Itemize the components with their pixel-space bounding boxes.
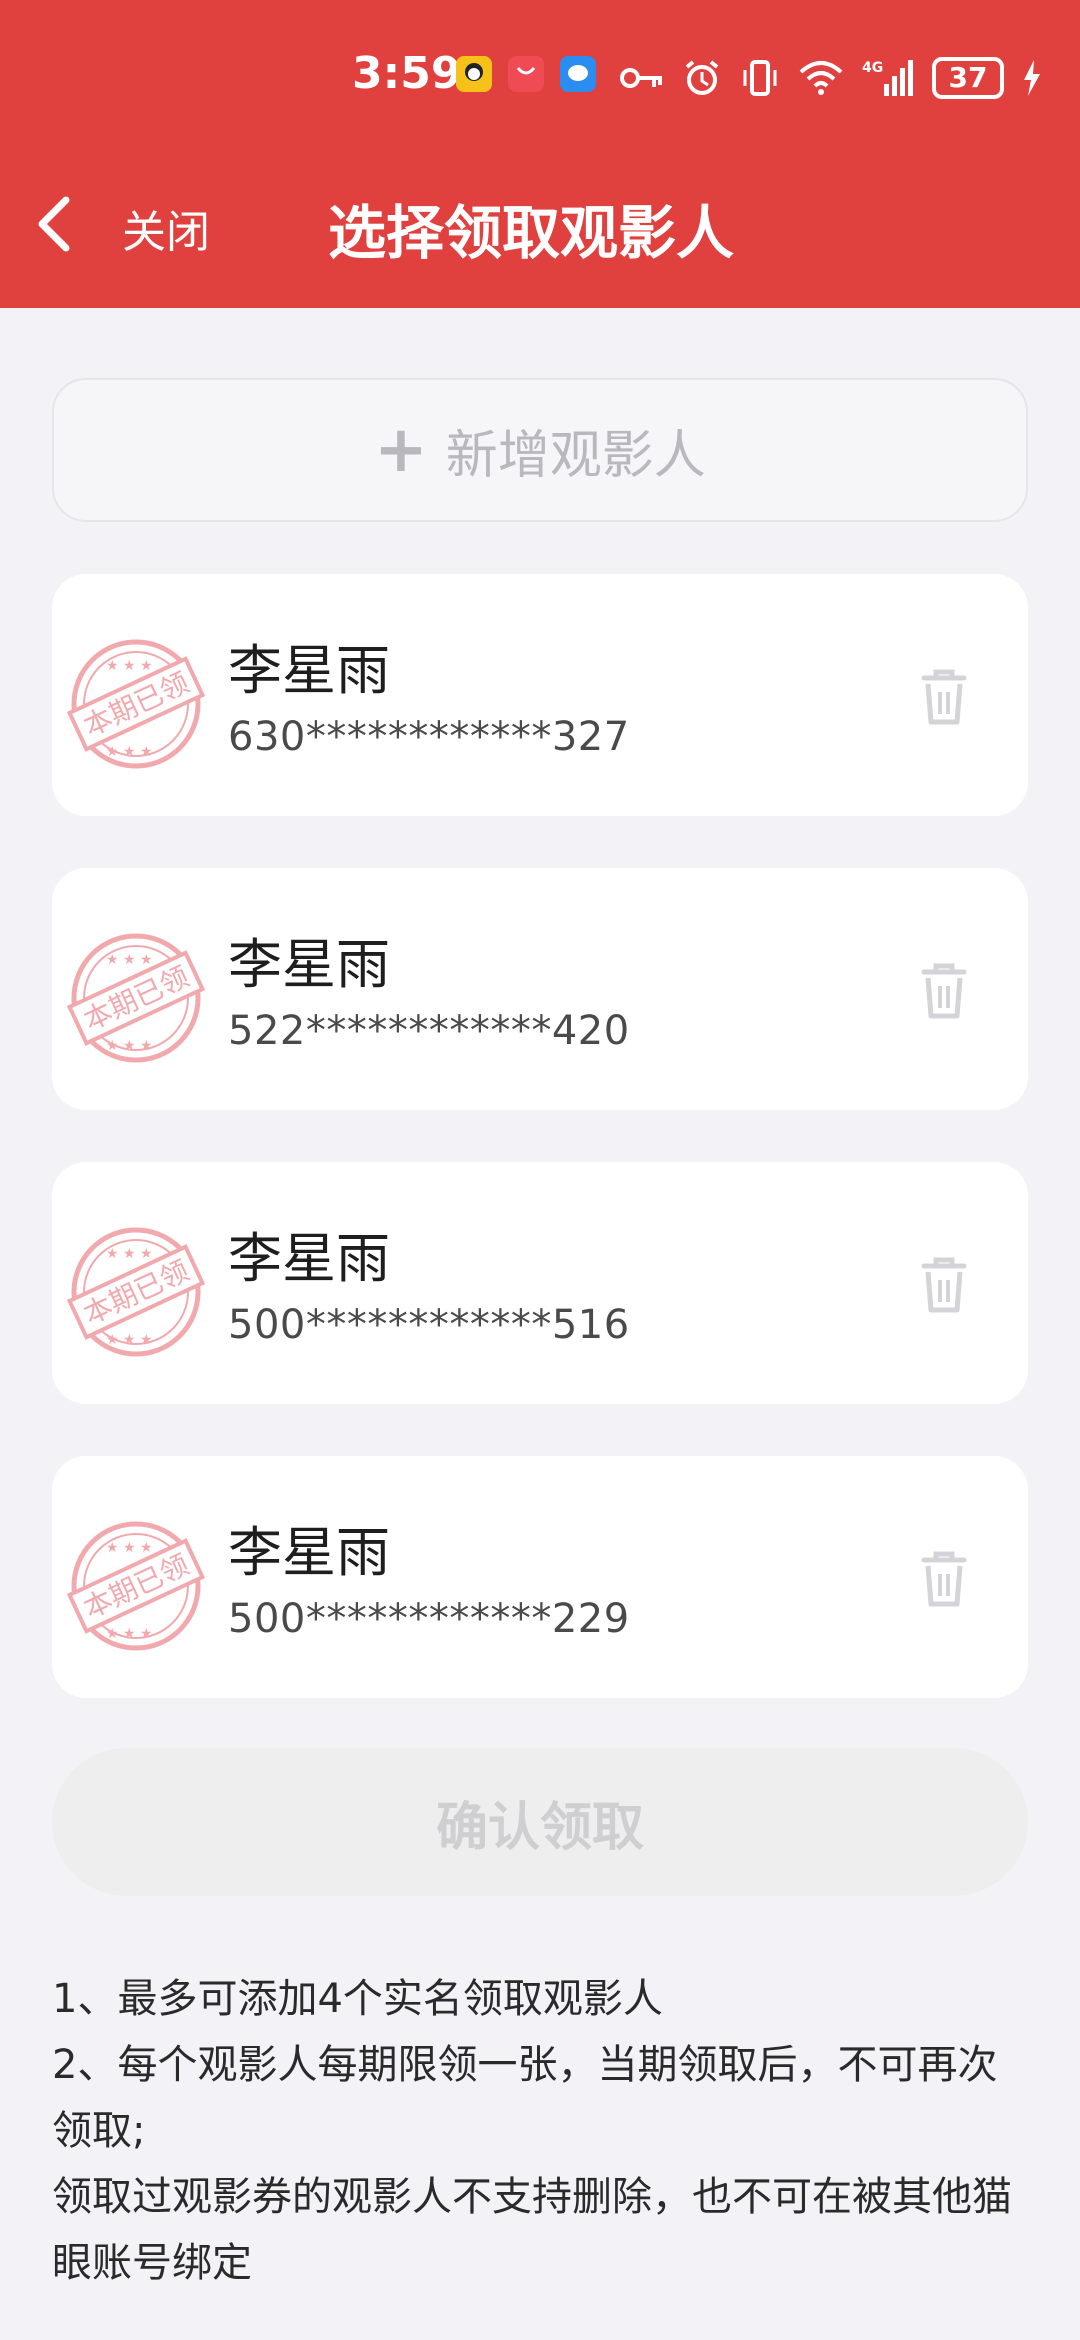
- claimed-stamp-icon: ★ ★ ★ ★ ★ ★ 本期已领: [66, 639, 206, 769]
- svg-text:★ ★ ★: ★ ★ ★: [106, 1540, 153, 1556]
- charging-icon: [1024, 60, 1040, 96]
- qq-icon: [456, 56, 492, 92]
- status-bar: 3:59 4G 37: [0, 40, 1080, 120]
- huawei-appgallery-icon: [508, 56, 544, 92]
- viewer-id-number: 500************229: [228, 1596, 630, 1642]
- key-icon: [620, 68, 662, 88]
- claimed-stamp-icon: ★ ★ ★ ★ ★ ★ 本期已领: [66, 1227, 206, 1357]
- svg-text:★ ★ ★: ★ ★ ★: [106, 1332, 153, 1348]
- confirm-claim-button[interactable]: 确认领取: [52, 1748, 1028, 1896]
- back-button[interactable]: [26, 188, 86, 258]
- battery-icon: 37: [932, 57, 1004, 99]
- viewer-name: 李星雨: [228, 1521, 390, 1584]
- trash-icon[interactable]: [912, 1546, 976, 1610]
- claimed-stamp-icon: ★ ★ ★ ★ ★ ★ 本期已领: [66, 933, 206, 1063]
- app-header: 3:59 4G 37 关闭 选择领取观影人: [0, 0, 1080, 308]
- svg-text:★ ★ ★: ★ ★ ★: [106, 952, 153, 968]
- close-button[interactable]: 关闭: [122, 196, 210, 260]
- viewer-card[interactable]: ★ ★ ★ ★ ★ ★ 本期已领 李星雨 630************327: [52, 574, 1028, 816]
- viewer-name: 李星雨: [228, 933, 390, 996]
- note-line: 1、最多可添加4个实名领取观影人: [52, 1976, 663, 2022]
- viewer-name: 李星雨: [228, 639, 390, 702]
- viewer-id-number: 630************327: [228, 714, 630, 760]
- chevron-left-icon: [38, 196, 70, 252]
- svg-text:★ ★ ★: ★ ★ ★: [106, 1246, 153, 1262]
- nav-bar: 关闭 选择领取观影人: [0, 168, 1080, 278]
- svg-text:★ ★ ★: ★ ★ ★: [106, 744, 153, 760]
- message-icon: [560, 56, 596, 92]
- status-time: 3:59: [352, 48, 462, 99]
- vibrate-icon: [743, 60, 777, 96]
- trash-icon[interactable]: [912, 958, 976, 1022]
- trash-icon[interactable]: [912, 1252, 976, 1316]
- viewer-name: 李星雨: [228, 1227, 390, 1290]
- viewer-card[interactable]: ★ ★ ★ ★ ★ ★ 本期已领 李星雨 500************516: [52, 1162, 1028, 1404]
- note-line: 2、每个观影人每期限领一张，当期领取后，不可再次领取;: [52, 2042, 998, 2154]
- confirm-claim-label: 确认领取: [435, 1797, 644, 1858]
- plus-icon: +: [374, 413, 428, 487]
- add-viewer-label: 新增观影人: [445, 425, 706, 486]
- svg-text:★ ★ ★: ★ ★ ★: [106, 1038, 153, 1054]
- network-type-label: 4G: [862, 60, 883, 76]
- viewer-id-number: 522************420: [228, 1008, 630, 1054]
- note-line: 领取过观影券的观影人不支持删除，也不可在被其他猫眼账号绑定: [52, 2174, 1012, 2286]
- battery-level: 37: [948, 61, 988, 94]
- trash-icon[interactable]: [912, 664, 976, 728]
- add-viewer-button[interactable]: + 新增观影人: [52, 378, 1028, 522]
- svg-text:★ ★ ★: ★ ★ ★: [106, 1626, 153, 1642]
- alarm-icon: [685, 60, 719, 95]
- wifi-icon: [799, 61, 843, 95]
- page-title: 选择领取观影人: [328, 199, 735, 267]
- rules-notes: 1、最多可添加4个实名领取观影人 2、每个观影人每期限领一张，当期领取后，不可再…: [52, 1966, 1032, 2296]
- viewer-id-number: 500************516: [228, 1302, 630, 1348]
- viewer-card[interactable]: ★ ★ ★ ★ ★ ★ 本期已领 李星雨 500************229: [52, 1456, 1028, 1698]
- signal-icon: 4G: [862, 60, 913, 96]
- svg-text:★ ★ ★: ★ ★ ★: [106, 658, 153, 674]
- status-icons: 4G 37: [620, 50, 1042, 106]
- viewer-card[interactable]: ★ ★ ★ ★ ★ ★ 本期已领 李星雨 522************420: [52, 868, 1028, 1110]
- claimed-stamp-icon: ★ ★ ★ ★ ★ ★ 本期已领: [66, 1521, 206, 1651]
